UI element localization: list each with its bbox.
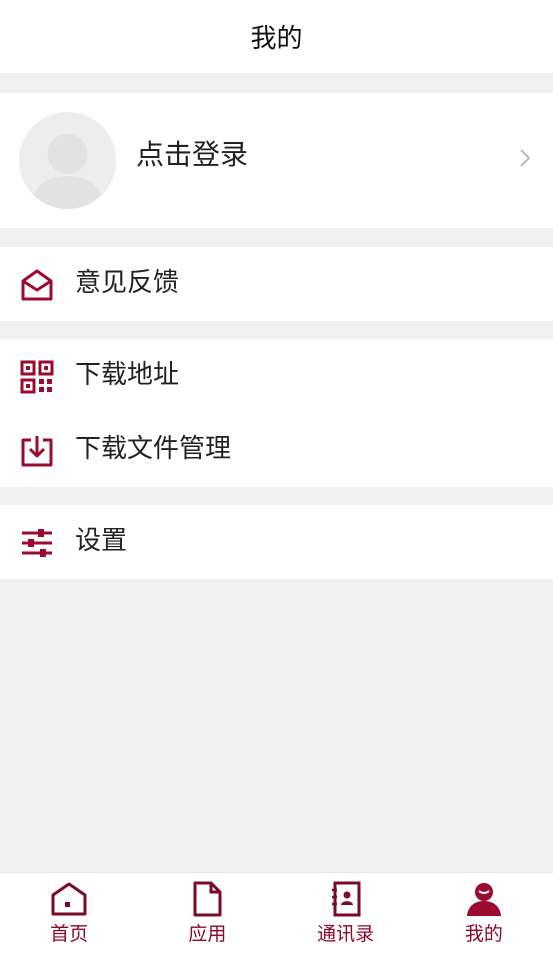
menu-item-label: 下载文件管理 [75,434,232,464]
tab-label: 应用 [188,923,227,945]
menu-group-downloads: 下载地址 下载文件管理 [0,339,553,487]
menu-item-feedback[interactable]: 意见反馈 [0,247,553,321]
menu-item-label: 下载地址 [75,360,180,390]
menu-group-feedback: 意见反馈 [0,247,553,321]
menu-item-label: 意见反馈 [75,268,180,298]
menu-item-settings[interactable]: 设置 [0,505,553,579]
document-icon [188,881,226,917]
user-icon [465,881,503,917]
top-nav-bar: 我的 [0,0,553,73]
tab-label: 我的 [464,923,503,945]
login-row[interactable]: 点击登录 [0,93,553,228]
tab-contacts[interactable]: 通讯录 [277,873,415,954]
download-file-icon [20,434,54,468]
tab-apps[interactable]: 应用 [138,873,276,954]
home-icon [50,881,88,917]
feedback-envelope-icon [20,268,54,302]
tab-home[interactable]: 首页 [0,873,138,954]
menu-item-download-address[interactable]: 下载地址 [0,339,553,413]
bottom-tab-bar: 首页 应用 通讯录 我的 [0,872,553,954]
menu-item-download-file-manager[interactable]: 下载文件管理 [0,413,553,487]
contacts-book-icon [327,881,365,917]
menu-group-settings: 设置 [0,505,553,579]
qr-code-icon [20,360,54,394]
avatar-placeholder-icon [19,112,116,209]
tab-label: 首页 [50,923,89,945]
chevron-right-icon [519,148,531,172]
settings-sliders-icon [20,526,54,560]
tab-label: 通讯录 [317,923,375,945]
tab-mine[interactable]: 我的 [415,873,553,954]
login-label: 点击登录 [136,138,249,171]
menu-item-label: 设置 [75,526,128,556]
page-title: 我的 [250,24,303,54]
